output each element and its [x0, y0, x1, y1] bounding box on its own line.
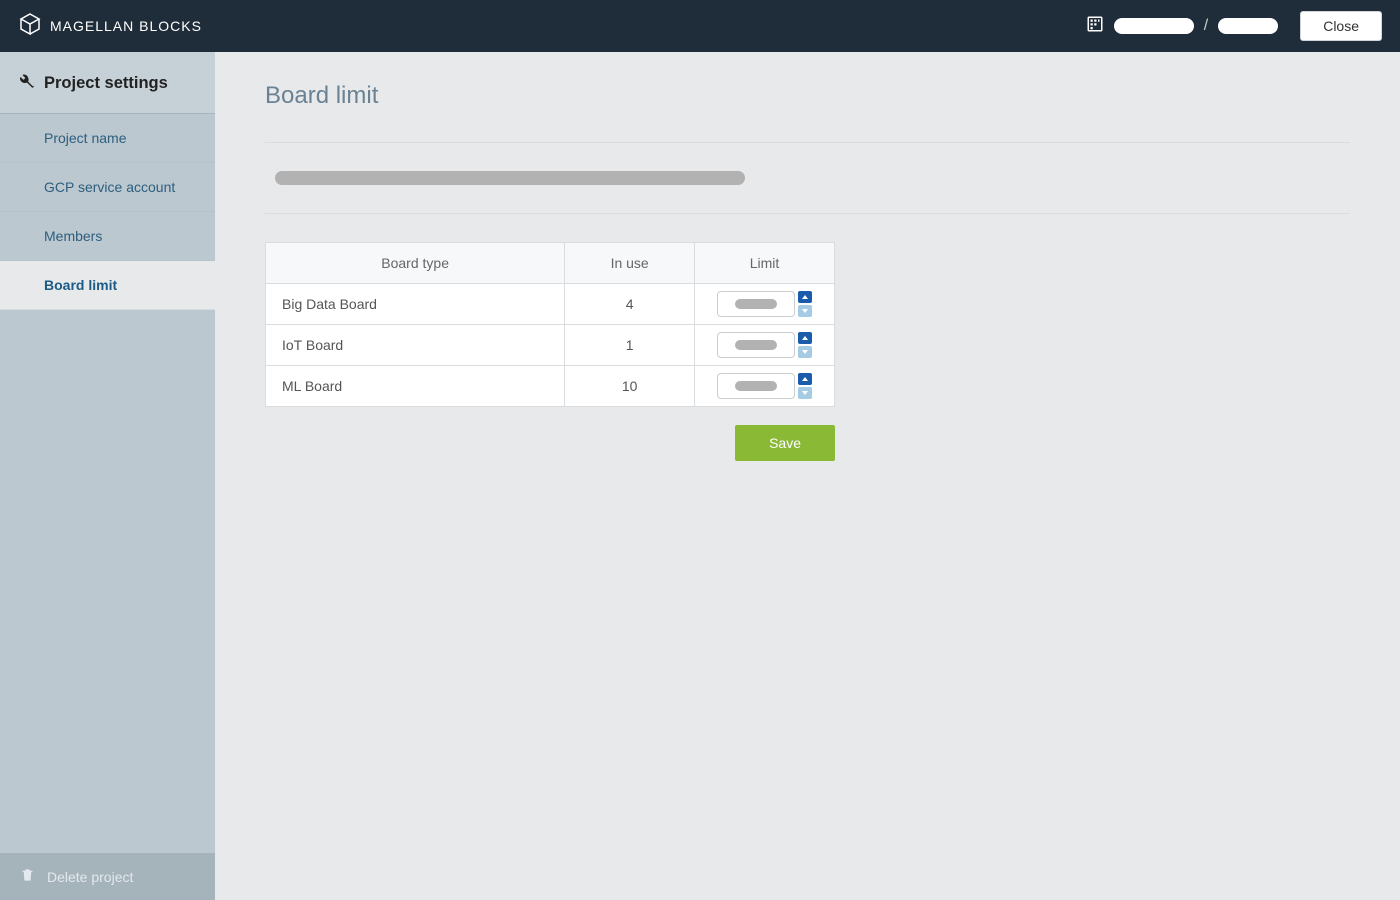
project-pill[interactable] [1218, 18, 1278, 34]
sidebar-item-board-limit[interactable]: Board limit [0, 261, 215, 310]
col-header-limit: Limit [695, 243, 835, 284]
cell-board-type: ML Board [266, 366, 565, 407]
cell-board-type: IoT Board [266, 325, 565, 366]
sidebar: Project settings Project name GCP servic… [0, 52, 215, 900]
stepper-up-button[interactable] [798, 373, 812, 385]
page-title: Board limit [265, 82, 1350, 110]
col-header-type: Board type [266, 243, 565, 284]
stepper-down-button[interactable] [798, 346, 812, 358]
main-content: Board limit Board type In use Limit Big … [215, 52, 1400, 900]
description-row [265, 143, 1350, 213]
cell-in-use: 1 [565, 325, 695, 366]
delete-project-button[interactable]: Delete project [0, 853, 215, 900]
header-right: / Close [1086, 11, 1382, 41]
table-row: IoT Board 1 [266, 325, 835, 366]
save-button[interactable]: Save [735, 425, 835, 461]
brand-logo: MAGELLAN BLOCKS [18, 12, 202, 41]
limit-stepper [717, 332, 812, 358]
wrench-icon [16, 72, 34, 95]
table-row: Big Data Board 4 [266, 284, 835, 325]
sidebar-item-gcp-service-account[interactable]: GCP service account [0, 163, 215, 212]
breadcrumb-separator: / [1204, 17, 1208, 35]
delete-project-label: Delete project [47, 869, 133, 885]
cell-in-use: 4 [565, 284, 695, 325]
limit-stepper [717, 373, 812, 399]
stepper-down-button[interactable] [798, 387, 812, 399]
cube-icon [18, 12, 42, 41]
description-placeholder [275, 171, 745, 185]
sidebar-item-project-name[interactable]: Project name [0, 114, 215, 163]
divider [265, 213, 1350, 214]
close-button[interactable]: Close [1300, 11, 1382, 41]
cell-in-use: 10 [565, 366, 695, 407]
cell-board-type: Big Data Board [266, 284, 565, 325]
col-header-inuse: In use [565, 243, 695, 284]
limit-stepper [717, 291, 812, 317]
table-row: ML Board 10 [266, 366, 835, 407]
org-pill[interactable] [1114, 18, 1194, 34]
trash-icon [20, 867, 35, 886]
stepper-down-button[interactable] [798, 305, 812, 317]
limit-input[interactable] [717, 332, 795, 358]
limit-input[interactable] [717, 291, 795, 317]
board-limit-table: Board type In use Limit Big Data Board 4 [265, 242, 835, 407]
sidebar-title: Project settings [0, 52, 215, 114]
building-icon [1086, 15, 1104, 38]
sidebar-item-members[interactable]: Members [0, 212, 215, 261]
app-header: MAGELLAN BLOCKS / Close [0, 0, 1400, 52]
stepper-up-button[interactable] [798, 291, 812, 303]
stepper-up-button[interactable] [798, 332, 812, 344]
brand-name: MAGELLAN BLOCKS [50, 18, 202, 34]
limit-input[interactable] [717, 373, 795, 399]
